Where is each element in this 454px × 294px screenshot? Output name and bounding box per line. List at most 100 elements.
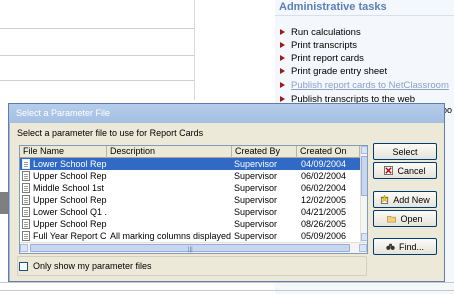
list-item[interactable]: Full Year Report C... All marking column… — [20, 230, 360, 242]
task-label: Run calculations — [291, 26, 361, 38]
file-description — [107, 170, 232, 182]
file-description — [107, 218, 232, 230]
parameter-file-list[interactable]: File Name Description Created By Created… — [19, 145, 368, 254]
file-created-by: Supervisor — [234, 159, 278, 169]
find-button[interactable]: Find... — [373, 238, 437, 255]
file-created-on: 08/26/2005 — [301, 219, 347, 229]
arrow-icon — [280, 29, 285, 35]
vertical-scroll-thumb[interactable] — [361, 156, 367, 196]
add-new-icon — [380, 195, 389, 204]
task-run-calculations[interactable]: Run calculations — [280, 26, 361, 38]
grip-icon: ||| — [188, 247, 193, 253]
file-name: Upper School Rep... — [33, 171, 107, 181]
file-name: Upper School Rep... — [33, 195, 107, 205]
cancel-icon — [384, 166, 394, 175]
heading-rule — [275, 15, 454, 16]
task-label: Print report cards — [291, 52, 364, 64]
only-my-files-checkbox[interactable] — [19, 261, 28, 271]
only-my-files-label: Only show my parameter files — [33, 261, 152, 271]
file-created-by: Supervisor — [234, 183, 278, 193]
dialog-titlebar[interactable]: Select a Parameter File — [9, 104, 444, 123]
admin-tasks-heading: Administrative tasks — [279, 1, 387, 13]
scroll-right-icon[interactable] — [359, 244, 367, 252]
task-label: Print transcripts — [291, 39, 357, 51]
document-icon — [22, 159, 30, 169]
document-icon — [22, 207, 30, 217]
file-name: Full Year Report C... — [33, 231, 107, 241]
file-created-on: 04/09/2004 — [301, 159, 347, 169]
file-created-on: 06/02/2004 — [301, 171, 347, 181]
file-created-by: Supervisor — [234, 171, 278, 181]
document-icon — [22, 219, 30, 229]
find-button-label: Find... — [398, 241, 424, 252]
horizontal-scrollbar[interactable]: ||| — [20, 242, 367, 253]
task-label: Publish report cards to NetClassroom — [291, 79, 449, 91]
task-print-grade-entry-sheet[interactable]: Print grade entry sheet — [280, 65, 387, 77]
cancel-button[interactable]: Cancel — [373, 162, 437, 179]
arrow-icon — [280, 82, 285, 88]
file-created-by: Supervisor — [234, 195, 278, 205]
folder-open-icon — [387, 215, 397, 223]
task-print-transcripts[interactable]: Print transcripts — [280, 39, 357, 51]
arrow-icon — [280, 42, 285, 48]
select-parameter-file-dialog: Select a Parameter File Select a paramet… — [8, 103, 445, 282]
file-created-by: Supervisor — [234, 207, 278, 217]
file-name: Upper School Rep... — [33, 219, 107, 229]
vertical-scrollbar[interactable] — [360, 146, 367, 242]
open-button[interactable]: Open — [373, 210, 437, 227]
scroll-up-icon[interactable] — [361, 146, 367, 154]
file-description — [107, 194, 232, 206]
list-item[interactable]: Upper School Rep... Supervisor 08/26/200… — [20, 218, 360, 230]
cancel-button-label: Cancel — [397, 165, 426, 176]
list-header: File Name Description Created By Created… — [20, 146, 360, 158]
document-icon — [22, 183, 30, 193]
binoculars-icon — [386, 243, 395, 250]
file-description: All marking columns displayed — [110, 231, 232, 241]
file-created-by: Supervisor — [234, 219, 278, 229]
only-my-files-option[interactable]: Only show my parameter files — [19, 261, 152, 271]
list-item[interactable]: Lower School Rep... Supervisor 04/09/200… — [20, 158, 360, 170]
open-button-label: Open — [400, 213, 423, 224]
list-item[interactable]: Upper School Rep... Supervisor 12/02/200… — [20, 194, 360, 206]
dialog-prompt: Select a parameter file to use for Repor… — [17, 128, 204, 138]
file-description — [107, 182, 232, 194]
file-created-on: 06/02/2004 — [301, 183, 347, 193]
file-created-on: 05/09/2006 — [301, 231, 347, 241]
file-name: Lower School Rep... — [33, 159, 107, 169]
column-header-created-by[interactable]: Created By — [232, 146, 297, 158]
document-icon — [22, 171, 30, 181]
add-new-button-label: Add New — [393, 194, 430, 205]
arrow-icon — [280, 68, 285, 74]
background-rule — [0, 290, 454, 291]
column-header-created-on[interactable]: Created On — [297, 146, 360, 158]
file-created-by: Supervisor — [234, 231, 278, 241]
background-rule — [0, 282, 454, 283]
task-print-report-cards[interactable]: Print report cards — [280, 52, 364, 64]
file-description — [107, 158, 232, 170]
list-item[interactable]: Upper School Rep... Supervisor 06/02/200… — [20, 170, 360, 182]
list-item[interactable]: Lower School Q1 ... Supervisor 04/21/200… — [20, 206, 360, 218]
document-icon — [22, 231, 30, 241]
task-publish-report-cards[interactable]: Publish report cards to NetClassroom — [280, 79, 449, 91]
file-description — [107, 206, 232, 218]
column-header-description[interactable]: Description — [107, 146, 232, 158]
background-divider — [194, 0, 195, 100]
file-name: Middle School 1st ... — [33, 183, 107, 193]
file-created-on: 12/02/2005 — [301, 195, 347, 205]
scroll-down-icon[interactable] — [361, 233, 367, 241]
list-body: Lower School Rep... Supervisor 04/09/200… — [20, 158, 360, 242]
add-new-button[interactable]: Add New — [373, 191, 437, 208]
file-name: Lower School Q1 ... — [33, 207, 107, 217]
select-button[interactable]: Select — [373, 143, 437, 160]
scroll-left-icon[interactable] — [20, 244, 28, 252]
column-header-file-name[interactable]: File Name — [20, 146, 107, 158]
task-label: Print grade entry sheet — [291, 65, 388, 77]
select-button-label: Select — [392, 146, 418, 157]
horizontal-scroll-thumb[interactable]: ||| — [30, 244, 350, 253]
list-item[interactable]: Middle School 1st ... Supervisor 06/02/2… — [20, 182, 360, 194]
dialog-title: Select a Parameter File — [16, 108, 111, 118]
file-created-on: 04/21/2005 — [301, 207, 347, 217]
document-icon — [22, 195, 30, 205]
arrow-icon — [280, 55, 285, 61]
arrow-icon — [280, 96, 285, 102]
